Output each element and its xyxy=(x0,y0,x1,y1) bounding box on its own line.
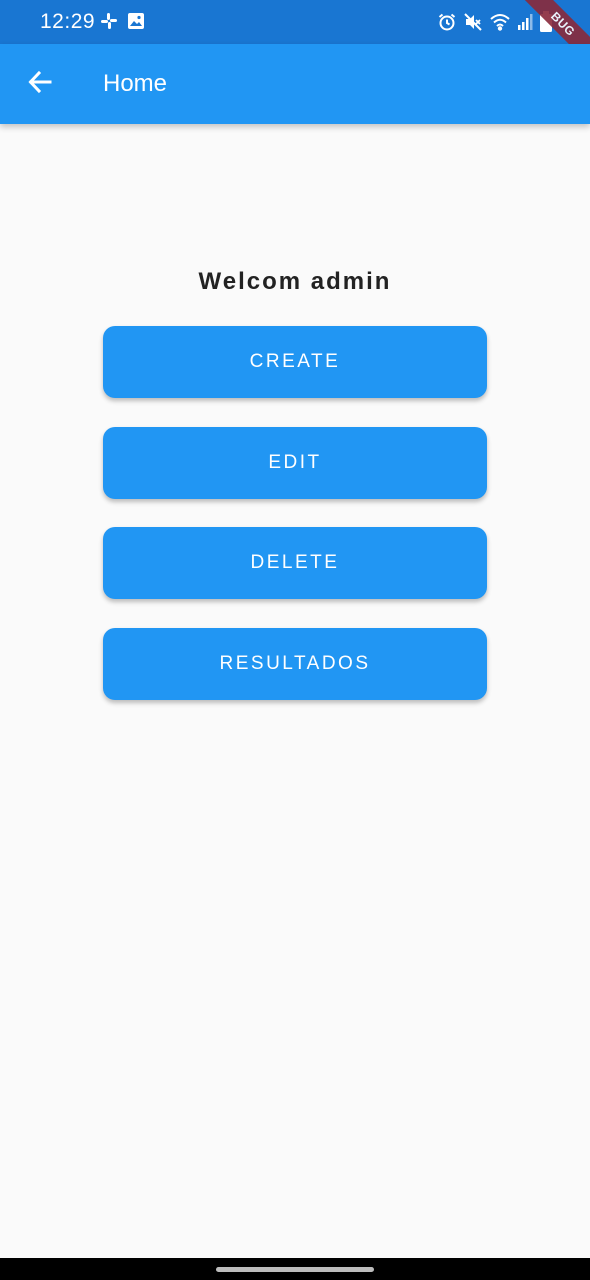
create-button[interactable]: CREATE xyxy=(103,326,487,398)
delete-button[interactable]: DELETE xyxy=(103,527,487,599)
screen: 12:29 BUG Home Welcom admin CREATE EDIT … xyxy=(0,0,590,1280)
status-right-icons xyxy=(437,11,553,33)
mute-icon xyxy=(463,12,483,32)
edit-button[interactable]: EDIT xyxy=(103,427,487,499)
page-title: Home xyxy=(103,70,168,97)
alarm-icon xyxy=(437,12,457,32)
resultados-button[interactable]: RESULTADOS xyxy=(103,628,487,700)
image-icon xyxy=(127,12,145,30)
app-bar: Home xyxy=(0,44,590,124)
status-time: 12:29 xyxy=(40,10,96,33)
back-button[interactable] xyxy=(20,64,60,104)
welcome-text: Welcom admin xyxy=(198,268,392,295)
home-indicator[interactable] xyxy=(216,1267,374,1272)
wifi-icon xyxy=(489,12,511,32)
signal-icon xyxy=(517,12,533,32)
status-bar: 12:29 BUG xyxy=(0,0,590,78)
status-left-icons xyxy=(100,12,145,30)
arrow-back-icon xyxy=(27,69,53,100)
slack-icon xyxy=(100,12,118,30)
navigation-bar xyxy=(0,1258,590,1280)
